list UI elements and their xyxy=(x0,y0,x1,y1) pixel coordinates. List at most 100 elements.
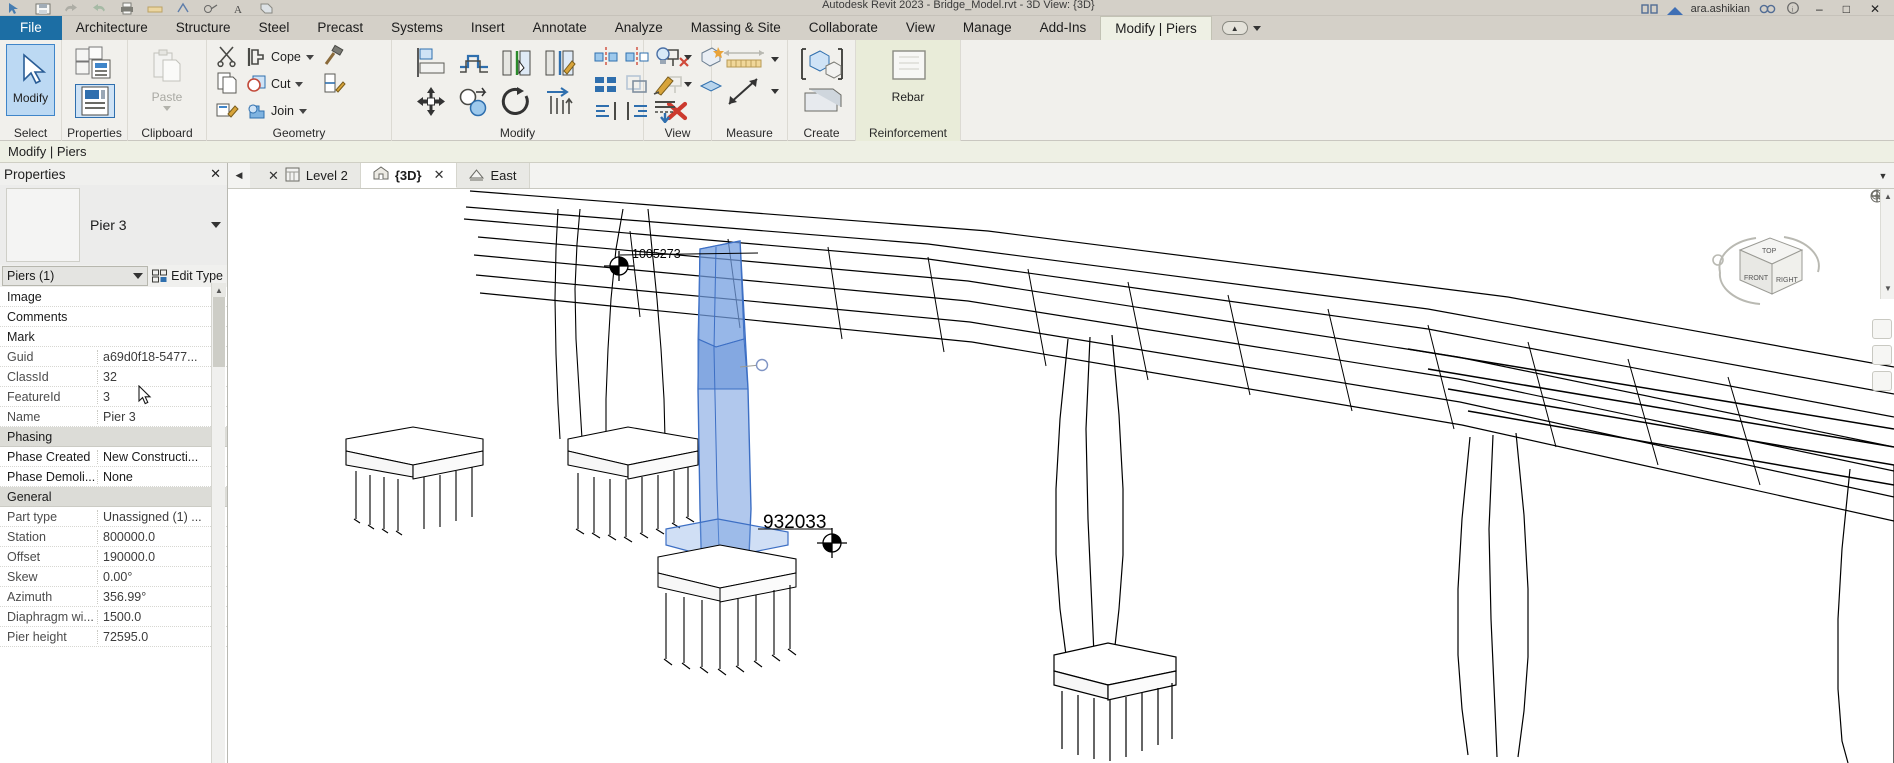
property-group-phasing[interactable]: Phasing ▲ xyxy=(0,427,227,447)
properties-panel-toggle-icon[interactable] xyxy=(75,84,115,118)
table-row[interactable]: Name Pier 3 xyxy=(0,407,227,427)
demolish-button[interactable] xyxy=(320,44,350,70)
ribbon-tab-precast[interactable]: Precast xyxy=(303,16,377,40)
prop-value[interactable]: 3 xyxy=(97,390,227,404)
ribbon-tab-systems[interactable]: Systems xyxy=(377,16,457,40)
paste-chevron-down-icon[interactable] xyxy=(163,106,171,111)
table-row[interactable]: Pier height 72595.0 xyxy=(0,627,227,647)
ribbon-tab-annotate[interactable]: Annotate xyxy=(519,16,601,40)
ribbon-tab-add-ins[interactable]: Add-Ins xyxy=(1026,16,1101,40)
ribbon-collapse-icon[interactable]: ▲ xyxy=(1222,21,1248,35)
ribbon-tab-strip[interactable]: File Architecture Structure Steel Precas… xyxy=(0,16,1894,40)
ribbon-tab-architecture[interactable]: Architecture xyxy=(62,16,162,40)
reveal-hidden-button[interactable] xyxy=(650,44,680,70)
caret-view-more[interactable] xyxy=(682,44,694,70)
create-group-icon[interactable] xyxy=(798,46,846,82)
copy-button[interactable] xyxy=(213,71,243,97)
measure-icon[interactable] xyxy=(146,1,164,15)
search-icon[interactable] xyxy=(1758,1,1776,15)
chevron-down-icon[interactable] xyxy=(684,82,692,87)
hide-element-button[interactable] xyxy=(650,98,680,124)
view-tabs-left-arrow[interactable]: ◀ xyxy=(228,163,250,188)
offset-button[interactable] xyxy=(453,44,495,82)
ribbon-minimize-control[interactable]: ▲ xyxy=(1222,21,1261,35)
zoom-region-icon[interactable] xyxy=(1872,345,1892,365)
table-row[interactable]: Station 800000.0 xyxy=(0,527,227,547)
measure2-chevron-down-icon[interactable] xyxy=(771,89,779,94)
table-row[interactable]: Phase Created New Constructi... xyxy=(0,447,227,467)
ribbon-tab-view[interactable]: View xyxy=(892,16,949,40)
scroll-down-icon[interactable]: ▼ xyxy=(1881,281,1894,295)
chevron-down-icon[interactable] xyxy=(211,222,221,228)
dimension-label-932033[interactable]: 932033 xyxy=(763,512,826,534)
view-icon[interactable] xyxy=(258,1,276,15)
paste-button[interactable]: Paste xyxy=(136,44,198,111)
table-row[interactable]: ClassId 32 xyxy=(0,367,227,387)
pan-icon[interactable] xyxy=(1872,371,1892,391)
align-button[interactable] xyxy=(410,44,452,82)
ribbon-tab-analyze[interactable]: Analyze xyxy=(601,16,677,40)
chevron-down-icon[interactable] xyxy=(133,273,143,279)
measure-chevron-down-icon[interactable] xyxy=(771,57,779,62)
properties-scrollbar[interactable]: ▲ xyxy=(211,283,225,763)
prop-value[interactable]: 190000.0 xyxy=(97,550,227,564)
account-name[interactable]: ara.ashikian xyxy=(1691,3,1750,15)
type-properties-icon[interactable] xyxy=(74,46,116,82)
maximize-button[interactable]: □ xyxy=(1843,3,1850,15)
cut-chevron-down-icon[interactable] xyxy=(295,82,303,87)
table-row[interactable]: Guid a69d0f18-5477... xyxy=(0,347,227,367)
table-row[interactable]: Skew 0.00° xyxy=(0,567,227,587)
view-tab-close-icon[interactable]: ✕ xyxy=(268,168,279,184)
create-similar-icon[interactable] xyxy=(799,85,845,115)
trim-extend-single-button[interactable] xyxy=(496,44,538,82)
print-icon[interactable] xyxy=(118,1,136,15)
view-tab-strip[interactable]: ◀ ✕ Level 2 {3D} ✕ East ▼ xyxy=(228,163,1894,189)
prop-value[interactable]: 800000.0 xyxy=(97,530,227,544)
table-row[interactable]: Phase Demoli... None xyxy=(0,467,227,487)
join-chevron-down-icon[interactable] xyxy=(299,109,307,114)
rebar-button[interactable]: Rebar xyxy=(877,44,939,104)
cut-scissors-button[interactable] xyxy=(213,44,243,70)
prop-value[interactable]: None xyxy=(97,470,227,484)
cope-chevron-down-icon[interactable] xyxy=(306,55,314,60)
steering-wheel-icon[interactable] xyxy=(1872,319,1892,339)
paint-button[interactable] xyxy=(213,98,243,124)
table-row[interactable]: Azimuth 356.99° xyxy=(0,587,227,607)
scroll-up-icon[interactable]: ▲ xyxy=(1881,189,1894,203)
prop-value[interactable]: 32 xyxy=(97,370,227,384)
property-group-general[interactable]: General ▲ xyxy=(0,487,227,507)
table-row[interactable]: Diaphragm wi... 1500.0 xyxy=(0,607,227,627)
ribbon-tab-insert[interactable]: Insert xyxy=(457,16,519,40)
ribbon-tab-modify-piers[interactable]: Modify | Piers xyxy=(1100,16,1212,40)
view-tab-3d[interactable]: {3D} ✕ xyxy=(361,163,458,188)
redo-icon[interactable] xyxy=(90,1,108,15)
prop-value[interactable]: New Constructi... xyxy=(97,450,227,464)
trim-extend-multiple-button[interactable] xyxy=(539,44,581,82)
rotate-button[interactable] xyxy=(496,83,538,121)
quick-access-toolbar[interactable]: A xyxy=(0,0,276,15)
dimension-label-1005273[interactable]: 1005273 xyxy=(632,247,681,261)
window-controls[interactable]: – □ ✕ xyxy=(1806,0,1894,15)
chevron-down-icon[interactable] xyxy=(1253,26,1261,31)
caret-paint-more[interactable] xyxy=(682,71,694,97)
table-row[interactable]: Comments xyxy=(0,307,227,327)
prop-value[interactable]: a69d0f18-5477... xyxy=(97,350,227,364)
prop-value[interactable]: 0.00° xyxy=(97,570,227,584)
copy-element-button[interactable] xyxy=(453,83,495,121)
move-button[interactable] xyxy=(410,83,452,121)
prop-value[interactable]: Unassigned (1) ... xyxy=(97,510,227,524)
modify-button[interactable]: Modify xyxy=(6,44,55,116)
prop-value[interactable]: 356.99° xyxy=(97,590,227,604)
ribbon-tab-steel[interactable]: Steel xyxy=(245,16,304,40)
ribbon-tab-structure[interactable]: Structure xyxy=(162,16,245,40)
ribbon-tab-massing-site[interactable]: Massing & Site xyxy=(677,16,795,40)
measure-between-references-icon[interactable] xyxy=(721,46,767,72)
type-selector-preview[interactable]: Pier 3 xyxy=(0,185,227,265)
join-button[interactable]: Join xyxy=(244,98,316,124)
undo-icon[interactable] xyxy=(62,1,80,15)
split-element-button[interactable] xyxy=(591,71,621,97)
edit-type-button[interactable]: Edit Type xyxy=(152,269,225,283)
sync-icon[interactable] xyxy=(174,1,192,15)
table-row[interactable]: Image xyxy=(0,287,227,307)
scrollbar-thumb[interactable] xyxy=(213,297,225,367)
